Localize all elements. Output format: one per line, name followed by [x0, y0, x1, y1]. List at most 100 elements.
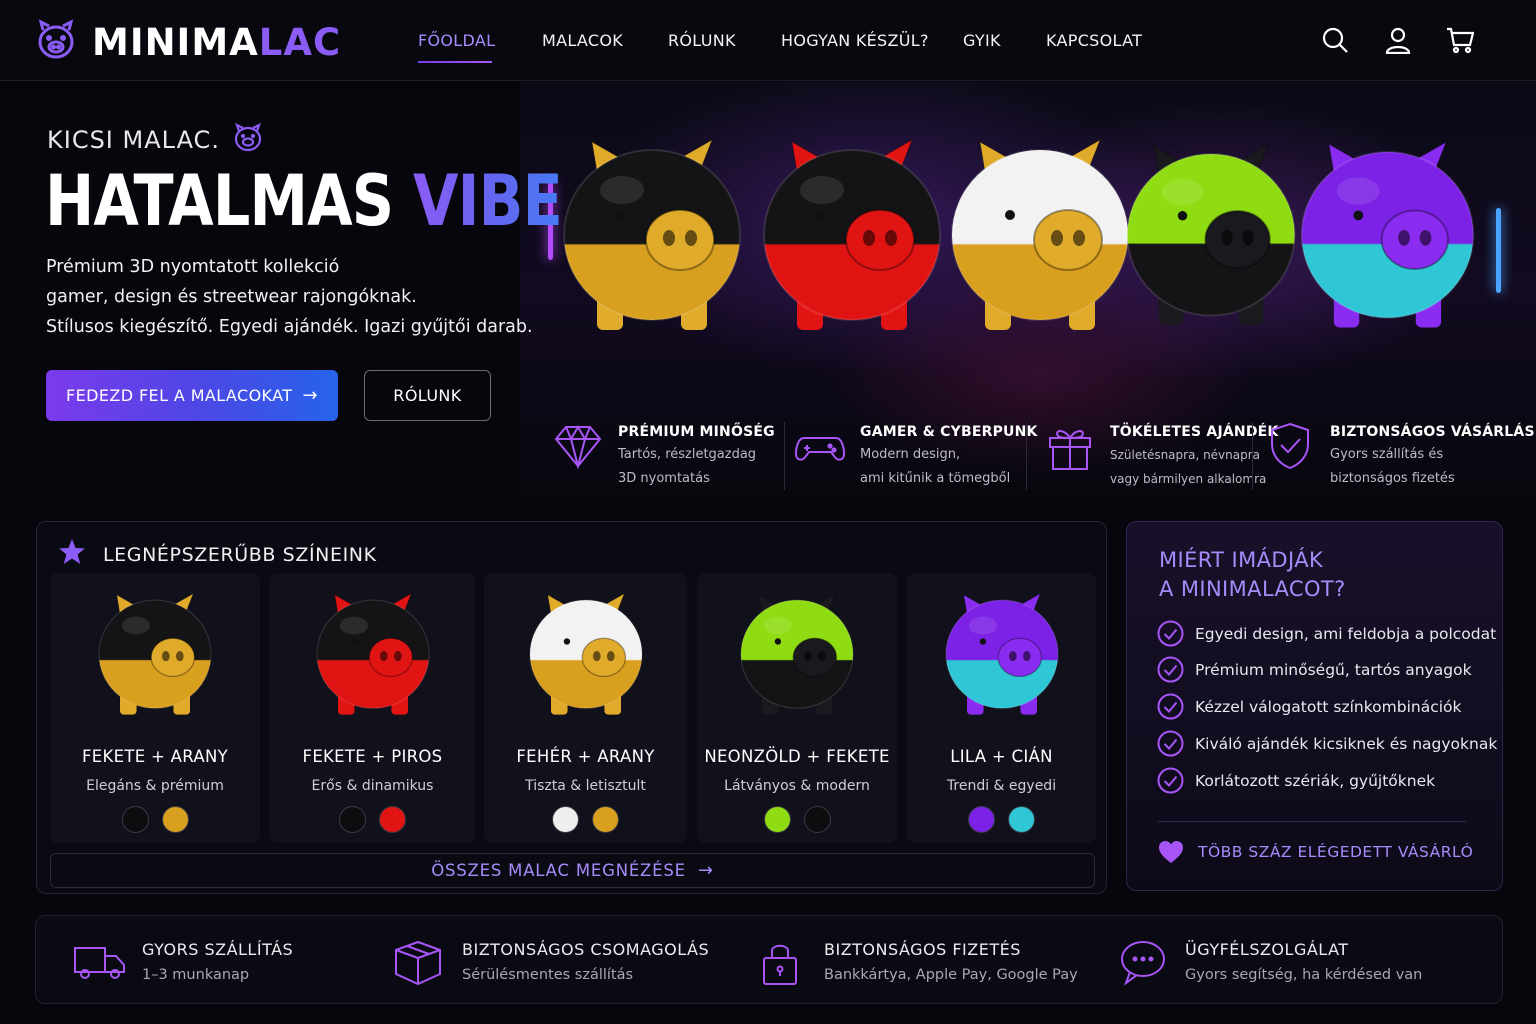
color-card[interactable]: NEONZÖLD + FEKETE Látványos & modern	[697, 573, 897, 843]
check-circle-icon	[1157, 693, 1184, 720]
nav-item-kapcsolat[interactable]: KAPCSOLAT	[1046, 31, 1142, 50]
why-item-text: Kiváló ajándék kicsiknek és nagyoknak	[1195, 734, 1498, 753]
feature-text-2: 3D nyomtatás	[618, 471, 710, 486]
pig-product-image	[722, 581, 872, 721]
check-circle-icon	[1157, 656, 1184, 683]
gift-icon	[1044, 420, 1096, 472]
why-footer: TÖBB SZÁZ ELÉGEDETT VÁSÁRLÓ	[1158, 840, 1473, 864]
hero-pig-purple-cyan	[1290, 120, 1485, 340]
search-icon[interactable]	[1321, 26, 1349, 54]
color-card-desc: Elegáns & prémium	[86, 778, 224, 794]
brand-name-part1: MINIMA	[92, 20, 259, 64]
feature-text-1: Modern design,	[860, 447, 961, 462]
why-list-item: Egyedi design, ami feldobja a polcodat	[1157, 620, 1496, 647]
diamond-icon	[552, 420, 604, 472]
color-swatch[interactable]	[161, 806, 189, 833]
color-card[interactable]: FEKETE + ARANY Elegáns & prémium	[50, 573, 260, 843]
arrow-right-icon: →	[302, 385, 318, 406]
feature-text-2: vagy bármilyen alkalomra	[1110, 472, 1267, 486]
color-swatches	[270, 806, 475, 833]
color-card[interactable]: FEHÉR + ARANY Tiszta & letisztult	[484, 573, 687, 843]
why-item-text: Egyedi design, ami feldobja a polcodat	[1195, 624, 1497, 643]
feature-item: GAMER & CYBERPUNK Modern design, ami kit…	[794, 420, 1038, 491]
cart-icon[interactable]	[1446, 26, 1475, 54]
feature-text-2: biztonságos fizetés	[1330, 471, 1455, 486]
color-swatch[interactable]	[763, 806, 791, 833]
user-icon[interactable]	[1384, 26, 1412, 55]
brand-logo[interactable]: MINIMALAC	[34, 18, 341, 66]
lead-line-2: gamer, design és streetwear rajongóknak.	[46, 287, 417, 307]
pig-product-image	[80, 581, 230, 721]
nav-item-malacok[interactable]: MALACOK	[542, 31, 623, 50]
info-item: BIZTONSÁGOS FIZETÉS Bankkártya, Apple Pa…	[754, 938, 1078, 986]
check-circle-icon	[1157, 767, 1184, 794]
why-list-item: Prémium minőségű, tartós anyagok	[1157, 656, 1472, 683]
color-swatch[interactable]	[552, 806, 579, 833]
nav-item-gyik[interactable]: GYIK	[963, 31, 1001, 50]
feature-text-1: Tartós, részletgazdag	[618, 447, 757, 462]
box-icon	[392, 938, 448, 986]
feature-title: BIZTONSÁGOS VÁSÁRLÁS	[1330, 424, 1535, 440]
popular-colors-title: LEGNÉPSZERŰBB SZÍNEINK	[58, 538, 377, 571]
info-title: GYORS SZÁLLÍTÁS	[142, 940, 294, 959]
hero-pig-green-black	[1116, 120, 1306, 340]
color-card-desc: Trendi & egyedi	[946, 778, 1057, 794]
view-all-pigs-label: ÖSSZES MALAC MEGNÉZÉSE	[431, 861, 686, 880]
explore-pigs-button[interactable]: FEDEZD FEL A MALACOKAT →	[46, 370, 338, 421]
color-swatch[interactable]	[803, 806, 831, 833]
color-swatch[interactable]	[121, 806, 149, 833]
info-item: BIZTONSÁGOS CSOMAGOLÁS Sérülésmentes szá…	[392, 938, 709, 986]
why-item-text: Kézzel válogatott színkombinációk	[1195, 697, 1462, 716]
arrow-right-icon: →	[697, 860, 714, 881]
feature-item: TÖKÉLETES AJÁNDÉK Születésnapra, névnapr…	[1044, 420, 1278, 491]
lead-line-3: Stílusos kiegészítő. Egyedi ajándék. Iga…	[46, 317, 533, 337]
info-item: ÜGYFÉLSZOLGÁLAT Gyors segítség, ha kérdé…	[1115, 938, 1422, 986]
info-title: BIZTONSÁGOS FIZETÉS	[824, 940, 1021, 959]
why-item-text: Korlátozott szériák, gyűjtőknek	[1195, 771, 1436, 790]
check-circle-icon	[1157, 620, 1184, 647]
color-swatch[interactable]	[592, 806, 619, 833]
color-card-name: NEONZÖLD + FEKETE	[704, 747, 890, 766]
truck-icon	[72, 938, 128, 986]
view-all-pigs-button[interactable]: ÖSSZES MALAC MEGNÉZÉSE →	[50, 853, 1095, 888]
about-us-button[interactable]: RÓLUNK	[364, 370, 491, 421]
color-swatch[interactable]	[1008, 806, 1035, 833]
color-card-desc: Tiszta & letisztult	[525, 778, 646, 794]
why-footer-text: TÖBB SZÁZ ELÉGEDETT VÁSÁRLÓ	[1198, 843, 1474, 861]
why-title-line-2: A MINIMALACOT?	[1159, 577, 1346, 601]
color-swatch[interactable]	[968, 806, 995, 833]
nav-item-hogyan-keszul[interactable]: HOGYAN KÉSZÜL?	[781, 31, 929, 50]
gamepad-icon	[794, 420, 846, 472]
about-us-label: RÓLUNK	[393, 386, 462, 405]
hero-lead: Prémium 3D nyomtatott kollekció gamer, d…	[46, 252, 533, 342]
color-card-name: LILA + CIÁN	[950, 747, 1053, 766]
info-sub: Sérülésmentes szállítás	[462, 967, 634, 983]
hero-headline: HATALMAS VIBE.	[45, 160, 584, 242]
feature-title: PRÉMIUM MINŐSÉG	[618, 424, 775, 440]
hero-pig-black-red	[752, 120, 952, 340]
hero-kicker: KICSI MALAC.	[47, 122, 264, 158]
feature-divider	[784, 422, 785, 490]
feature-title: TÖKÉLETES AJÁNDÉK	[1110, 424, 1279, 440]
pig-product-image	[927, 581, 1077, 721]
color-card[interactable]: LILA + CIÁN Trendi & egyedi	[907, 573, 1096, 843]
color-swatch[interactable]	[339, 806, 366, 833]
info-sub: Gyors segítség, ha kérdésed van	[1185, 967, 1423, 983]
popular-colors-title-text: LEGNÉPSZERŰBB SZÍNEINK	[103, 543, 377, 566]
nav-item-rolunk[interactable]: RÓLUNK	[668, 31, 736, 50]
pig-product-image	[511, 581, 661, 721]
color-card-desc: Erős & dinamikus	[311, 778, 434, 794]
color-card[interactable]: FEKETE + PIROS Erős & dinamikus	[270, 573, 475, 843]
nav-item-fooldal[interactable]: FŐOLDAL	[418, 31, 495, 50]
lead-line-1: Prémium 3D nyomtatott kollekció	[46, 257, 340, 277]
headline-white: HATALMAS	[45, 160, 413, 242]
feature-text-1: Születésnapra, névnapra	[1110, 448, 1261, 462]
color-swatch[interactable]	[379, 806, 406, 833]
why-title: MIÉRT IMÁDJÁK A MINIMALACOT?	[1159, 546, 1346, 604]
star-icon	[58, 538, 103, 571]
feature-divider	[1026, 422, 1027, 490]
hero-pig-black-gold	[552, 120, 752, 340]
info-item: GYORS SZÁLLÍTÁS 1–3 munkanap	[72, 938, 293, 986]
color-card-desc: Látványos & modern	[724, 778, 870, 794]
top-navigation: MINIMALAC FŐOLDAL MALACOK RÓLUNK HOGYAN …	[0, 0, 1536, 81]
